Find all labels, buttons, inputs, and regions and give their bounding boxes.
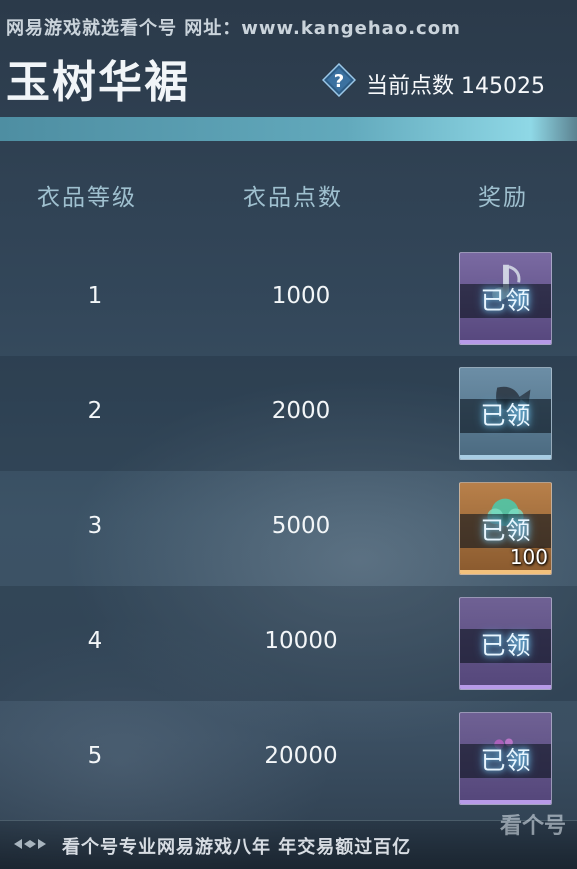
- header-level: 衣品等级: [37, 185, 137, 211]
- reward-slot[interactable]: 已领: [459, 252, 552, 345]
- row-level: 3: [87, 513, 103, 539]
- reward-quantity: 100: [509, 545, 548, 569]
- diamond-arrow-ornament-icon: [14, 839, 46, 849]
- reward-slot[interactable]: 已领: [459, 712, 552, 805]
- reward-slot[interactable]: 已领 100: [459, 482, 552, 575]
- row-points: 1000: [271, 283, 331, 309]
- claimed-label: 已领: [480, 516, 531, 545]
- corner-logo: 看个号: [500, 814, 567, 839]
- reward-slot[interactable]: 已领: [459, 367, 552, 460]
- claimed-label: 已领: [480, 631, 531, 660]
- current-points: 当前点数 145025: [366, 68, 545, 100]
- table-row: 4 10000 已领: [0, 586, 577, 701]
- watermark-banner: 网易游戏就选看个号 网址：www.kangehao.com: [6, 18, 461, 39]
- claimed-label: 已领: [480, 746, 531, 775]
- row-level: 1: [87, 283, 103, 309]
- row-points: 10000: [264, 628, 338, 654]
- footer-text: 看个号专业网易游戏八年 年交易额过百亿: [62, 837, 412, 858]
- row-level: 5: [87, 743, 103, 769]
- header-reward: 奖励: [478, 185, 528, 211]
- reward-slot[interactable]: 已领: [459, 597, 552, 690]
- table-row: 3 5000 已领 100: [0, 471, 577, 586]
- points-label: 当前点数: [366, 74, 455, 99]
- row-level: 2: [87, 398, 103, 424]
- header-accent-bar: [0, 117, 577, 141]
- question-diamond-icon[interactable]: ?: [322, 63, 356, 97]
- table-row: 1 1000 已领: [0, 241, 577, 356]
- header-points: 衣品点数: [243, 185, 343, 211]
- claimed-label: 已领: [480, 401, 531, 430]
- claimed-label: 已领: [480, 286, 531, 315]
- table-header: 衣品等级 衣品点数 奖励: [0, 170, 577, 218]
- svg-text:?: ?: [334, 71, 344, 92]
- footer-banner: 看个号专业网易游戏八年 年交易额过百亿: [0, 820, 577, 869]
- row-points: 20000: [264, 743, 338, 769]
- row-level: 4: [87, 628, 103, 654]
- table-row: 2 2000 已领: [0, 356, 577, 471]
- row-points: 5000: [271, 513, 331, 539]
- page-title: 玉树华裾: [6, 57, 190, 108]
- row-points: 2000: [271, 398, 331, 424]
- table-row: 5 20000 已领: [0, 701, 577, 816]
- points-value: 145025: [461, 74, 545, 99]
